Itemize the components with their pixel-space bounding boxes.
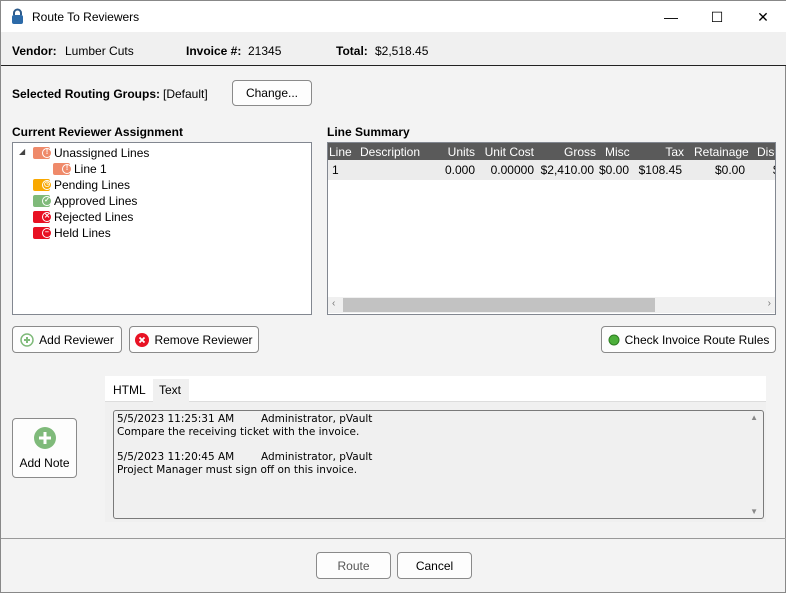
- tree-item-held[interactable]: – Held Lines: [33, 226, 111, 240]
- title-bar: Route To Reviewers — ☐ ✕: [1, 1, 786, 32]
- tree-item-pending[interactable]: ◷ Pending Lines: [33, 178, 130, 192]
- x-icon: ✕: [33, 211, 52, 223]
- column-header-tax[interactable]: Tax: [665, 145, 684, 159]
- tree-item-label: Pending Lines: [54, 178, 131, 192]
- assignment-title: Current Reviewer Assignment: [12, 125, 183, 139]
- cell-gross: $2,410.00: [540, 163, 594, 177]
- plus-circle-icon: [20, 332, 34, 347]
- column-header-misc[interactable]: Misc: [605, 145, 630, 159]
- note-date: 5/5/2023 11:25:31 AM: [117, 413, 235, 425]
- check-icon: ✓: [33, 195, 52, 207]
- scrollbar-thumb[interactable]: [343, 298, 655, 312]
- tree-item-label: Rejected Lines: [54, 210, 134, 224]
- cell-units: 0.000: [444, 163, 475, 177]
- cell-line: 1: [332, 163, 339, 177]
- invoice-label: Invoice #:: [186, 44, 242, 58]
- tree-item-label: Unassigned Lines: [54, 146, 150, 160]
- column-header-description[interactable]: Description: [360, 145, 420, 159]
- minimize-button[interactable]: —: [661, 7, 681, 27]
- note-text: Compare the receiving ticket with the in…: [117, 426, 360, 438]
- tree-item-label: Approved Lines: [54, 194, 138, 208]
- add-reviewer-label: Add Reviewer: [39, 332, 114, 347]
- status-dot-icon: [608, 334, 620, 345]
- notes-text-area[interactable]: 5/5/2023 11:25:31 AM Administrator, pVau…: [113, 410, 764, 519]
- note-text: Project Manager must sign off on this in…: [117, 464, 358, 476]
- notes-tab-strip: HTML Text: [105, 376, 766, 402]
- tree-item-line-1[interactable]: ! Line 1: [53, 162, 107, 176]
- tree-item-label: Held Lines: [54, 226, 111, 240]
- column-header-line[interactable]: Line: [329, 145, 352, 159]
- table-row[interactable]: 1 0.000 0.00000 $2,410.00 $0.00 $108.45 …: [328, 160, 775, 180]
- warning-icon: !: [33, 147, 52, 159]
- note-date: 5/5/2023 11:20:45 AM: [117, 451, 235, 463]
- add-note-label: Add Note: [19, 456, 70, 470]
- grid-header: Line Description Units Unit Cost Gross M…: [328, 143, 775, 160]
- maximize-button[interactable]: ☐: [707, 7, 727, 27]
- route-button[interactable]: Route: [316, 552, 391, 579]
- horizontal-scrollbar[interactable]: ‹ ›: [328, 297, 775, 313]
- column-header-units[interactable]: Units: [448, 145, 475, 159]
- cell-misc: $0.00: [599, 163, 630, 177]
- column-header-unit-cost[interactable]: Unit Cost: [485, 145, 534, 159]
- column-header-retainage[interactable]: Retainage: [694, 145, 749, 159]
- window-title: Route To Reviewers: [32, 10, 140, 24]
- warning-icon: !: [53, 163, 72, 175]
- check-route-rules-button[interactable]: Check Invoice Route Rules: [601, 326, 776, 353]
- tree-item-unassigned[interactable]: ! Unassigned Lines: [33, 146, 149, 160]
- tree-item-label: Line 1: [74, 162, 107, 176]
- minus-icon: –: [33, 227, 52, 239]
- invoice-value: 21345: [248, 44, 282, 58]
- cell-unit-cost: 0.00000: [490, 163, 534, 177]
- cell-disc: $: [773, 163, 775, 177]
- notes-panel: 5/5/2023 11:25:31 AM Administrator, pVau…: [105, 402, 766, 522]
- total-value: $2,518.45: [375, 44, 429, 58]
- routing-groups-value: [Default]: [163, 87, 208, 101]
- scroll-down-icon[interactable]: ▼: [750, 507, 758, 516]
- note-author: Administrator, pVault: [261, 451, 373, 463]
- remove-reviewer-label: Remove Reviewer: [154, 332, 253, 347]
- vendor-value: Lumber Cuts: [65, 44, 134, 58]
- plus-circle-icon: [33, 427, 56, 449]
- line-summary-title: Line Summary: [327, 125, 410, 139]
- total-label: Total:: [336, 44, 368, 58]
- collapse-triangle-icon[interactable]: ◢: [19, 147, 25, 156]
- footer-divider: [1, 538, 786, 539]
- scroll-left-icon[interactable]: ‹: [332, 298, 335, 309]
- cancel-button[interactable]: Cancel: [397, 552, 472, 579]
- check-route-rules-label: Check Invoice Route Rules: [624, 332, 770, 347]
- remove-reviewer-button[interactable]: Remove Reviewer: [129, 326, 259, 353]
- cell-tax: $108.45: [638, 163, 682, 177]
- routing-groups-label: Selected Routing Groups:: [12, 87, 161, 101]
- close-button[interactable]: ✕: [753, 7, 773, 27]
- note-author: Administrator, pVault: [261, 413, 373, 425]
- lock-icon: [12, 8, 23, 24]
- tab-text[interactable]: Text: [153, 379, 189, 402]
- vendor-label: Vendor:: [12, 44, 57, 58]
- add-reviewer-button[interactable]: Add Reviewer: [12, 326, 122, 353]
- invoice-header: Vendor: Lumber Cuts Invoice #: 21345 Tot…: [1, 32, 786, 66]
- x-circle-icon: [135, 332, 150, 347]
- tab-html[interactable]: HTML: [113, 383, 146, 397]
- column-header-gross[interactable]: Gross: [564, 145, 596, 159]
- scroll-up-icon[interactable]: ▲: [750, 413, 758, 422]
- reviewer-tree[interactable]: ◢ ! Unassigned Lines ! Line 1 ◷ Pending Lin…: [12, 142, 312, 315]
- tree-item-approved[interactable]: ✓ Approved Lines: [33, 194, 137, 208]
- column-header-disc[interactable]: Disc: [757, 145, 775, 159]
- add-note-button[interactable]: Add Note: [12, 418, 77, 478]
- scroll-right-icon[interactable]: ›: [768, 298, 771, 309]
- clock-icon: ◷: [33, 179, 52, 191]
- change-button[interactable]: Change...: [232, 80, 312, 106]
- tree-item-rejected[interactable]: ✕ Rejected Lines: [33, 210, 133, 224]
- cell-retainage: $0.00: [714, 163, 745, 177]
